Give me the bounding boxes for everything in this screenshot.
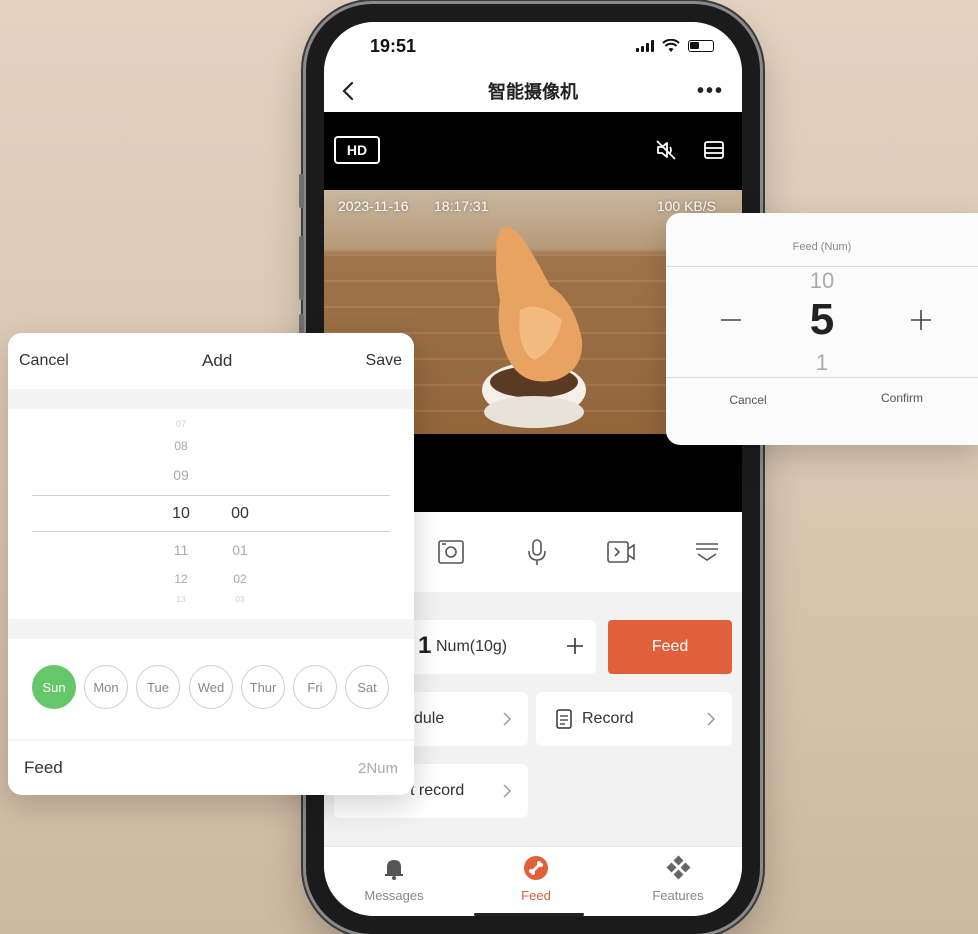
microphone-icon[interactable] xyxy=(522,538,552,566)
battery-icon xyxy=(688,40,714,52)
picker-divider-top xyxy=(32,495,390,496)
hour-option[interactable]: 07 xyxy=(161,419,201,429)
feed-amount-unit: Num(10g) xyxy=(436,638,508,655)
hd-quality-button[interactable]: HD xyxy=(334,136,380,164)
day-wed[interactable]: Wed xyxy=(189,665,233,709)
record-card[interactable]: Record xyxy=(536,692,732,746)
day-sat[interactable]: Sat xyxy=(345,665,389,709)
picker-divider-bottom xyxy=(32,531,390,532)
tab-feed-label: Feed xyxy=(521,888,551,903)
video-data-rate: 100 KB/S xyxy=(656,198,716,214)
tab-features-label: Features xyxy=(652,888,704,903)
add-schedule-panel: Cancel Add Save 07 08 09 10 00 11 01 12 … xyxy=(8,333,414,795)
feed-amount-value: 1 xyxy=(418,632,432,659)
more-options-icon[interactable]: ••• xyxy=(697,80,724,103)
status-bar: 19:51 xyxy=(324,22,742,70)
num-confirm-button[interactable]: Confirm xyxy=(862,391,942,405)
day-fri[interactable]: Fri xyxy=(293,665,337,709)
plus-icon[interactable] xyxy=(566,637,584,655)
hour-option[interactable]: 12 xyxy=(161,572,201,586)
hour-selected[interactable]: 10 xyxy=(161,505,201,523)
layout-list-icon[interactable] xyxy=(702,138,726,162)
feed-amount-row[interactable]: Feed 2Num xyxy=(8,741,414,795)
tab-messages-label: Messages xyxy=(364,888,424,903)
day-thur[interactable]: Thur xyxy=(241,665,285,709)
volume-up-button xyxy=(299,236,304,300)
day-tue[interactable]: Tue xyxy=(136,665,180,709)
add-panel-header: Cancel Add Save xyxy=(8,333,414,389)
weekday-selector: Sun Mon Tue Wed Thur Fri Sat xyxy=(8,639,414,739)
home-indicator xyxy=(474,913,584,916)
day-mon[interactable]: Mon xyxy=(84,665,128,709)
bone-icon xyxy=(524,856,548,880)
video-time: 18:17:31 xyxy=(434,198,489,214)
speaker-mute-icon[interactable] xyxy=(654,138,678,162)
add-panel-title: Add xyxy=(202,351,233,370)
day-sun[interactable]: Sun xyxy=(32,665,76,709)
wifi-icon xyxy=(662,39,680,52)
chevron-right-icon xyxy=(503,712,512,726)
hour-option[interactable]: 11 xyxy=(161,542,201,558)
record-label: Record xyxy=(582,710,634,727)
cancel-button[interactable]: Cancel xyxy=(19,352,69,370)
num-cancel-button[interactable]: Cancel xyxy=(708,393,788,407)
hour-option[interactable]: 08 xyxy=(161,439,201,453)
num-panel-title: Feed (Num) xyxy=(792,241,852,253)
page-title: 智能摄像机 xyxy=(488,82,578,102)
minute-selected[interactable]: 00 xyxy=(220,505,260,523)
feed-row-value: 2Num xyxy=(357,759,398,777)
video-record-icon[interactable] xyxy=(606,538,636,566)
cellular-signal-icon xyxy=(636,40,654,52)
video-date: 2023-11-16 xyxy=(338,198,409,214)
status-time: 19:51 xyxy=(370,35,417,56)
minute-option[interactable]: 03 xyxy=(220,595,260,604)
mute-switch xyxy=(299,174,304,208)
bell-icon xyxy=(385,860,403,880)
document-icon xyxy=(556,709,572,729)
back-arrow-icon[interactable] xyxy=(338,79,360,103)
feed-num-picker-panel: Feed (Num) 10 5 1 Cancel Confirm xyxy=(666,213,978,445)
chevron-right-icon xyxy=(503,784,512,798)
num-panel-divider-bottom xyxy=(666,377,978,378)
num-option-above[interactable]: 10 xyxy=(666,268,978,294)
num-panel-divider-top xyxy=(666,266,978,267)
tab-feed[interactable]: Feed xyxy=(486,855,586,903)
minute-option[interactable]: 02 xyxy=(220,572,260,586)
schedule-label: dule xyxy=(414,710,445,727)
tab-messages[interactable]: Messages xyxy=(344,855,444,903)
feed-button[interactable]: Feed xyxy=(608,620,732,674)
screenshot-icon[interactable] xyxy=(436,538,466,566)
time-picker[interactable]: 07 08 09 10 00 11 01 12 02 13 03 xyxy=(8,409,414,619)
hour-option[interactable]: 09 xyxy=(161,467,201,483)
features-grid-icon xyxy=(666,855,691,880)
nav-bar: 智能摄像机 ••• xyxy=(324,70,742,112)
minute-option[interactable]: 01 xyxy=(220,542,260,558)
save-button[interactable]: Save xyxy=(366,352,402,370)
collapse-menu-icon[interactable] xyxy=(692,538,722,566)
feed-row-label: Feed xyxy=(24,758,63,777)
num-option-below[interactable]: 1 xyxy=(666,350,978,376)
chevron-right-icon xyxy=(707,712,716,726)
tab-bar: Messages Feed Features xyxy=(324,846,742,916)
tab-features[interactable]: Features xyxy=(628,855,728,903)
feed-record-label: t record xyxy=(410,782,465,799)
plus-icon[interactable] xyxy=(910,309,932,331)
status-icons xyxy=(636,39,714,53)
hour-option[interactable]: 13 xyxy=(161,595,201,604)
